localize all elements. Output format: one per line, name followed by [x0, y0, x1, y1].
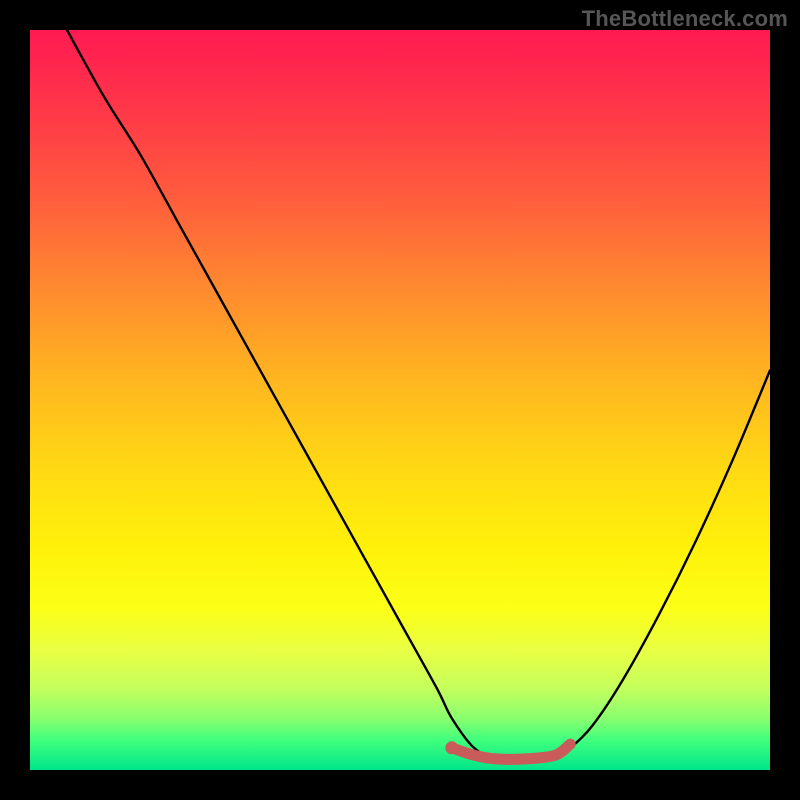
plot-area [30, 30, 770, 770]
watermark-label: TheBottleneck.com [582, 6, 788, 32]
curve-layer [30, 30, 770, 770]
bottleneck-curve [67, 30, 770, 760]
optimal-zone-start-dot [445, 741, 458, 754]
optimal-zone-marker [452, 744, 570, 759]
chart-frame: TheBottleneck.com [0, 0, 800, 800]
